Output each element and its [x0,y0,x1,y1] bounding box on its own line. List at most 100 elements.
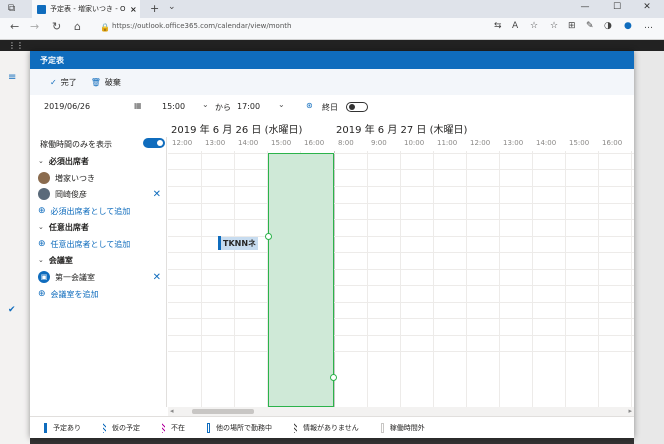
date-field[interactable]: 2019/06/26 [44,102,90,111]
check-icon[interactable]: ✔ [8,305,16,315]
avatar [38,188,50,200]
read-aloud-icon[interactable]: A [512,21,518,31]
dialog-title: 予定表 [30,51,634,69]
optional-section-header[interactable]: ⌄ 任意出席者 [30,219,167,235]
room-section-header[interactable]: ⌄ 会議室 [30,252,167,268]
tab-actions-icon[interactable]: ⧉ [8,3,15,14]
legend-item: 仮の予定 [103,422,140,433]
refresh-icon[interactable]: ↻ [52,20,61,33]
hour-label: 8:00 [338,139,354,147]
globe-timezone-icon[interactable]: ⊛ [306,101,313,110]
busy-swatch [44,422,47,433]
browser-tab[interactable]: 予定表 - 増家いつき - Ou × [32,0,140,18]
grid-line [631,151,632,407]
chevron-down-icon: ⌄ [38,157,44,165]
from-label: から [215,103,231,112]
reading-view-icon[interactable]: ⇆ [494,21,502,31]
home-icon[interactable]: ⌂ [74,20,81,33]
scrollbar-thumb[interactable] [192,409,254,414]
scheduling-grid[interactable]: 2019 年 6 月 26 日 (水曜日) 2019 年 6 月 27 日 (木… [168,117,634,407]
chevron-down-icon: ⌄ [38,223,44,231]
start-chevron-down-icon[interactable]: ⌄ [202,100,209,109]
day-header: 2019 年 6 月 26 日 (水曜日) [171,125,303,136]
grid-row-line [168,169,634,170]
favorite-star-icon[interactable]: ☆ [530,21,538,31]
busy-block[interactable]: TKNNネ [218,236,259,250]
remove-attendee-icon[interactable]: ✕ [153,189,161,200]
attendee-pane: ⌄ 必須出席者 増家いつき 岡崎俊彦 ✕ ⊕ 必須出席者として追加 ⌄ 任意出席者 ⊕ 任… [30,137,167,407]
extension-icon[interactable]: ● [624,21,632,31]
close-tab-icon[interactable]: × [130,5,137,14]
resize-handle-end[interactable] [330,374,337,381]
profile-icon[interactable]: ◑ [604,21,612,31]
selected-time-block[interactable] [268,153,334,407]
grid-line [400,151,401,407]
outlook-app-bar [0,40,664,51]
new-tab-icon[interactable]: + [150,2,159,15]
add-circle-icon: ⊕ [38,206,46,216]
grid-row-line [168,203,634,204]
grid-line [532,151,533,407]
hour-label: 12:00 [470,139,491,147]
collections-icon[interactable]: ⊞ [568,21,576,31]
share-icon[interactable]: ✎ [586,21,594,31]
scheduling-dialog: 予定表 ✓ 完了 🗑 破棄 2019/06/26 ▦ 15:00 ⌄ から 17:0… [30,51,634,438]
checkmark-icon: ✓ [50,77,57,87]
start-time-field[interactable]: 15:00 [162,102,185,111]
legend-label: 他の場所で勤務中 [216,423,272,432]
legend-item: 予定あり [44,422,81,433]
grid-line [433,151,434,407]
resize-handle-start[interactable] [265,233,272,240]
more-icon[interactable]: … [644,21,653,31]
scroll-right-icon[interactable]: ▸ [628,407,632,415]
away-swatch [162,422,165,433]
app-launcher-icon[interactable]: ⋮⋮ [8,41,24,50]
allday-toggle[interactable] [346,102,368,112]
horizontal-scrollbar[interactable]: ◂ ▸ [168,407,634,416]
room-icon: ▣ [38,271,50,283]
scroll-left-icon[interactable]: ◂ [170,407,174,415]
legend-label: 仮の予定 [112,423,140,432]
command-bar: ✓ 完了 🗑 破棄 [30,69,634,95]
remove-room-icon[interactable]: ✕ [153,272,161,283]
calendar-icon[interactable]: ▦ [134,101,142,110]
grid-line [565,151,566,407]
add-required-link[interactable]: ⊕ 必須出席者として追加 [30,203,167,219]
day-divider [334,151,335,407]
grid-row-line [168,302,634,303]
forward-icon[interactable]: → [30,20,39,33]
add-circle-icon: ⊕ [38,239,46,249]
maximize-icon[interactable]: ☐ [606,2,628,12]
add-circle-icon: ⊕ [38,289,46,299]
close-window-icon[interactable]: ✕ [636,2,658,12]
chevron-down-icon[interactable]: ⌄ [168,2,176,12]
grid-row-line [168,318,634,319]
hour-label: 10:00 [404,139,425,147]
chevron-down-icon: ⌄ [38,256,44,264]
hamburger-icon[interactable]: ≡ [8,72,16,83]
end-chevron-down-icon[interactable]: ⌄ [278,100,285,109]
add-optional-link[interactable]: ⊕ 任意出席者として追加 [30,236,167,252]
required-section-header[interactable]: ⌄ 必須出席者 [30,153,167,169]
hour-label: 14:00 [238,139,259,147]
discard-button[interactable]: 🗑 破棄 [91,77,121,88]
hour-label: 15:00 [569,139,590,147]
url-field[interactable]: https://outlook.office365.com/calendar/v… [112,22,291,30]
done-button[interactable]: ✓ 完了 [50,77,77,88]
add-room-link[interactable]: ⊕ 会議室を追加 [30,286,167,302]
minimize-icon[interactable]: — [574,2,596,12]
back-icon[interactable]: ← [10,20,19,33]
attendee-name: 増家いつき [55,173,95,183]
grid-row-line [168,219,634,220]
trash-icon: 🗑 [90,77,101,87]
legend-label: 予定あり [53,423,81,432]
end-time-field[interactable]: 17:00 [237,102,260,111]
favorites-icon[interactable]: ☆ [550,21,558,31]
add-room-label: 会議室を追加 [50,289,99,299]
grid-line [598,151,599,407]
day-header: 2019 年 6 月 27 日 (木曜日) [336,125,468,136]
lock-icon: 🔒 [100,23,110,32]
grid-row-line [168,351,634,352]
grid-row-line [168,153,634,154]
legend-item: 情報がありません [294,422,359,433]
